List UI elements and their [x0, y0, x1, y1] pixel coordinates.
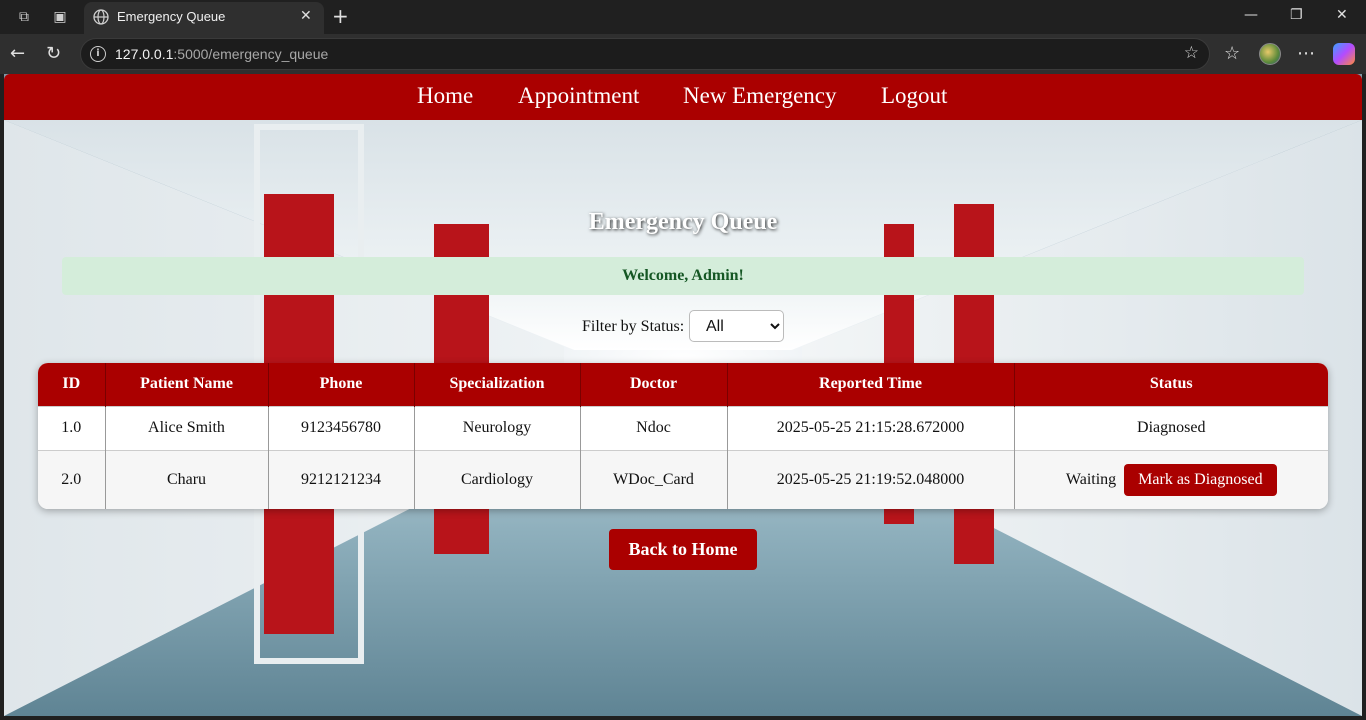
tab-actions-icon[interactable]: ▣: [50, 7, 70, 27]
nav-new-emergency-link[interactable]: New Emergency: [683, 83, 837, 109]
cell-reported-time: 2025-05-25 21:19:52.048000: [727, 449, 1015, 509]
cell-specialization: Neurology: [414, 405, 581, 450]
table-row: 2.0 Charu 9212121234 Cardiology WDoc_Car…: [38, 449, 1328, 509]
globe-icon: [93, 9, 109, 25]
cell-phone: 9123456780: [268, 405, 415, 450]
cell-status: Diagnosed: [1014, 405, 1328, 450]
cell-patient-name: Charu: [105, 449, 269, 509]
mark-as-diagnosed-button[interactable]: Mark as Diagnosed: [1124, 463, 1277, 496]
minimize-icon[interactable]: —: [1244, 7, 1258, 23]
tab-title: Emergency Queue: [117, 9, 226, 24]
new-tab-icon[interactable]: +: [332, 4, 349, 28]
column-header: Status: [1014, 363, 1328, 406]
workspaces-icon[interactable]: ⧉: [14, 7, 34, 27]
restore-icon[interactable]: ❐: [1290, 7, 1303, 23]
cell-reported-time: 2025-05-25 21:15:28.672000: [727, 405, 1015, 450]
cell-doctor: Ndoc: [580, 405, 728, 450]
browser-tab-bar: ⧉ ▣ Emergency Queue ✕ + — ❐ ✕: [0, 0, 1366, 34]
browser-tab-emergency-queue[interactable]: Emergency Queue ✕: [84, 2, 324, 34]
nav-logout-link[interactable]: Logout: [881, 83, 947, 109]
status-text: Waiting: [1065, 470, 1117, 488]
nav-appointment-link[interactable]: Appointment: [518, 83, 639, 109]
top-navigation: Home Appointment New Emergency Logout: [4, 74, 1362, 120]
page-viewport: Home Appointment New Emergency Logout Em…: [4, 74, 1362, 716]
profile-avatar[interactable]: [1259, 43, 1281, 65]
back-arrow-icon[interactable]: ←: [10, 43, 25, 64]
close-tab-icon[interactable]: ✕: [300, 8, 312, 24]
cell-phone: 9212121234: [268, 449, 415, 509]
close-window-icon[interactable]: ✕: [1336, 7, 1348, 23]
table-header-row: ID Patient Name Phone Specialization Doc…: [38, 363, 1328, 406]
table-row: 1.0 Alice Smith 9123456780 Neurology Ndo…: [38, 405, 1328, 450]
copilot-icon[interactable]: [1333, 43, 1355, 65]
reload-icon[interactable]: ↻: [46, 43, 61, 64]
cell-id: 1.0: [38, 405, 106, 450]
site-info-icon[interactable]: i: [90, 46, 106, 62]
status-filter-select[interactable]: All: [689, 310, 784, 342]
flash-message: Welcome, Admin!: [62, 257, 1304, 295]
cell-doctor: WDoc_Card: [580, 449, 728, 509]
cell-id: 2.0: [38, 449, 106, 509]
cell-status: Waiting Mark as Diagnosed: [1014, 449, 1328, 509]
cell-patient-name: Alice Smith: [105, 405, 269, 450]
column-header: Specialization: [414, 363, 581, 406]
column-header: Doctor: [580, 363, 728, 406]
column-header: Patient Name: [105, 363, 269, 406]
favorites-icon[interactable]: ☆: [1224, 43, 1240, 64]
url-text: 127.0.0.1:5000/emergency_queue: [115, 46, 329, 62]
page-title: Emergency Queue: [588, 209, 778, 235]
more-menu-icon[interactable]: ⋯: [1297, 43, 1315, 64]
url-input[interactable]: i 127.0.0.1:5000/emergency_queue ☆: [80, 38, 1210, 70]
nav-home-link[interactable]: Home: [417, 83, 473, 109]
filter-label: Filter by Status:: [582, 318, 685, 335]
emergency-queue-table: ID Patient Name Phone Specialization Doc…: [38, 363, 1328, 509]
browser-address-bar: ← ↻ i 127.0.0.1:5000/emergency_queue ☆ ☆…: [0, 34, 1366, 74]
column-header: Reported Time: [727, 363, 1015, 406]
column-header: Phone: [268, 363, 415, 406]
column-header: ID: [38, 363, 106, 406]
back-to-home-button[interactable]: Back to Home: [609, 529, 757, 570]
cell-specialization: Cardiology: [414, 449, 581, 509]
favorite-star-icon[interactable]: ☆: [1184, 43, 1199, 63]
